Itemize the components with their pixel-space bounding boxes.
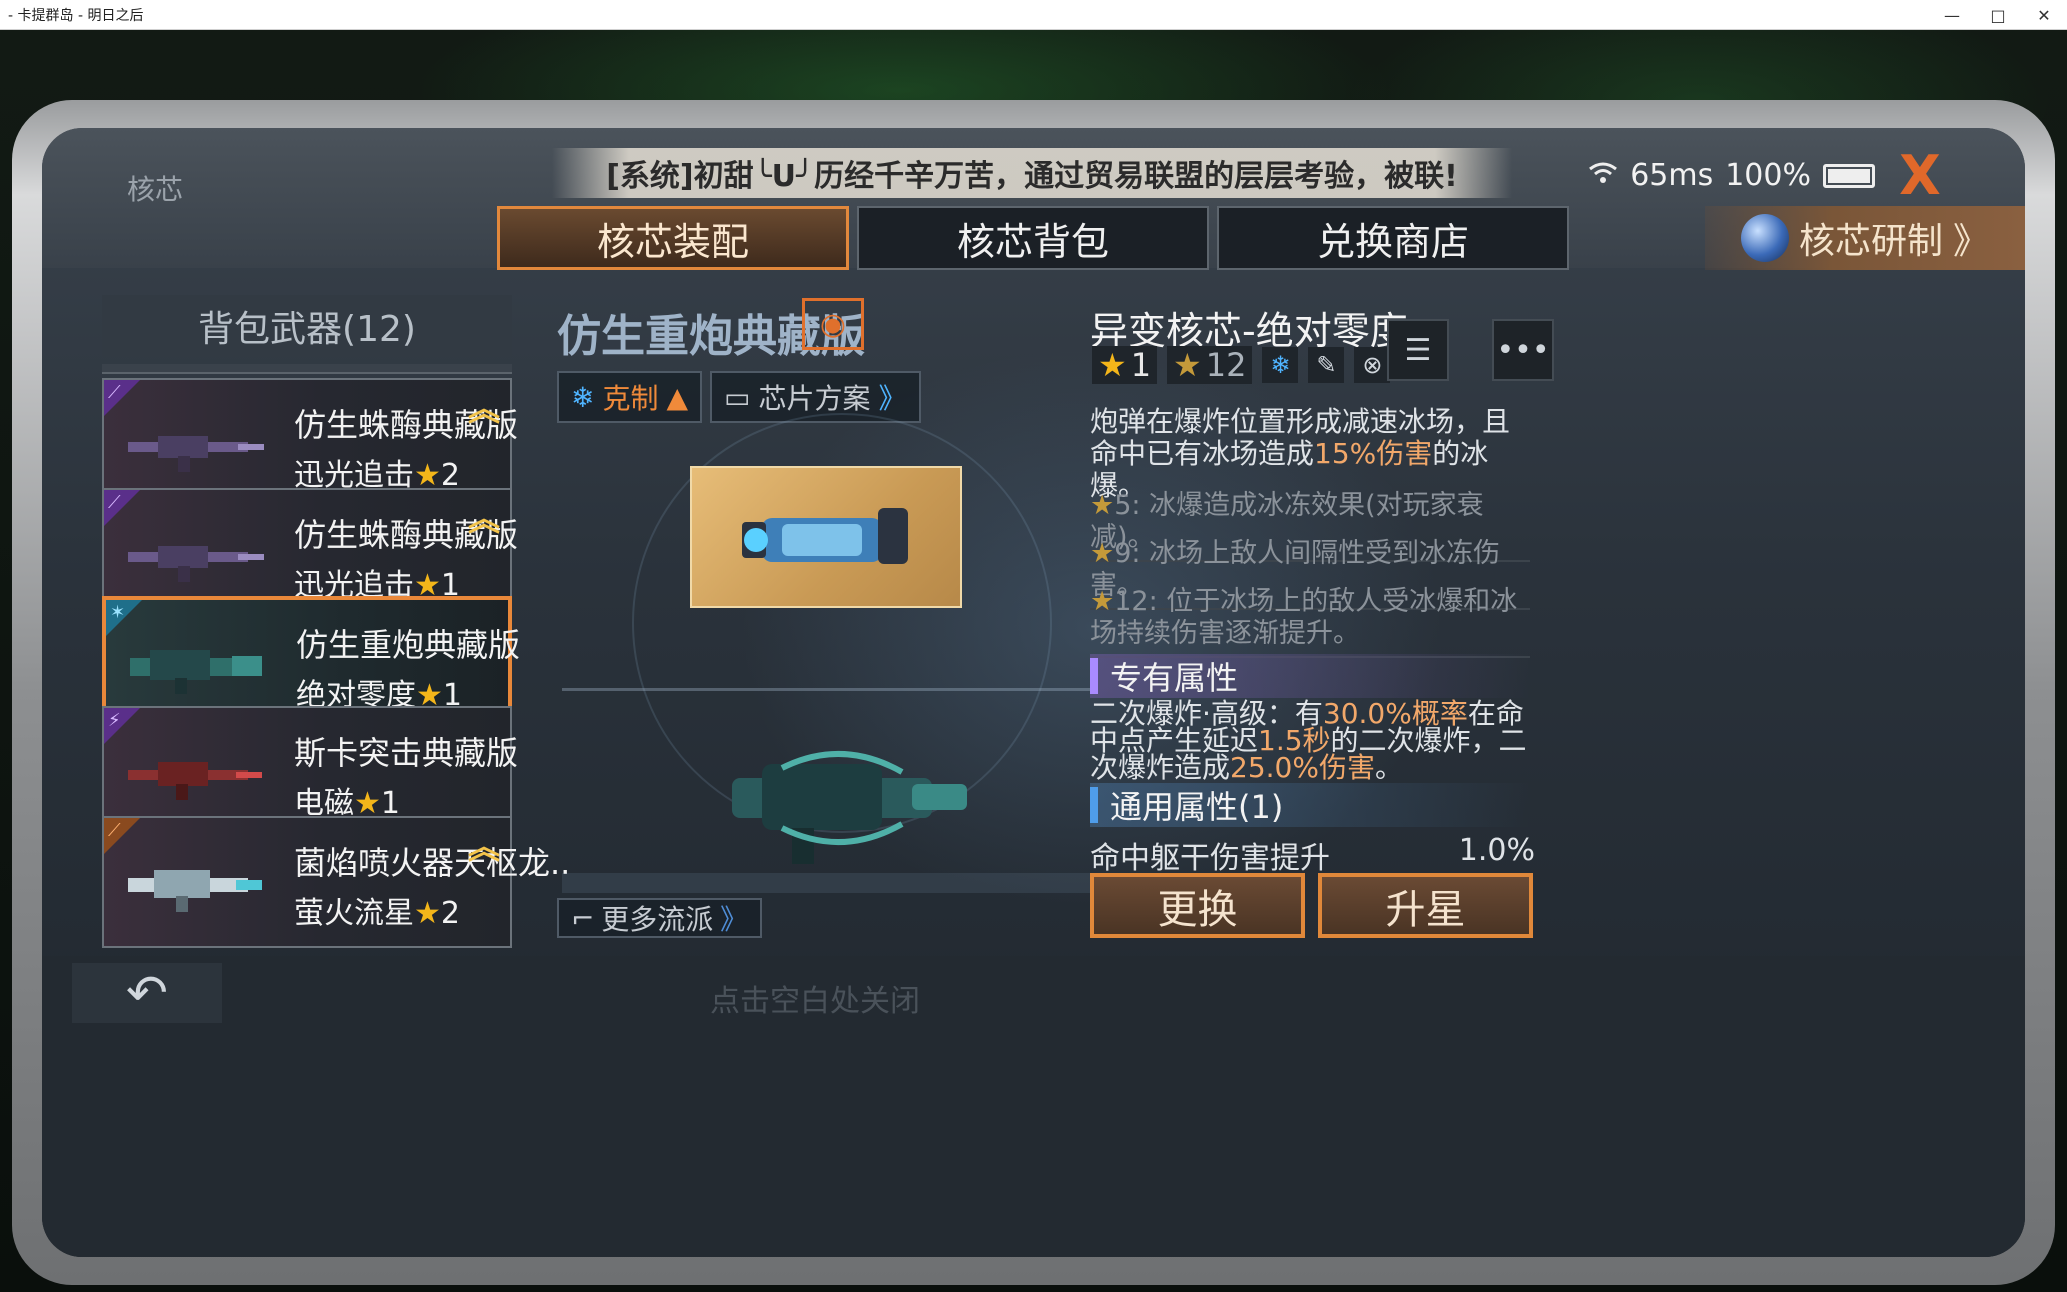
maximize-button[interactable]: □	[1975, 0, 2021, 30]
weapon-name: 菌焰喷火器天枢龙..	[294, 844, 571, 882]
weapon-thumbnail	[128, 762, 262, 800]
status-bar: 65ms 100%	[1588, 158, 1875, 193]
list-divider	[102, 364, 512, 374]
core-description: 炮弹在爆炸位置形成减速冰场，且命中已有冰场造成15%伤害的冰爆。	[1090, 405, 1511, 502]
splash-icon: ✶	[110, 602, 126, 623]
game-background: 核芯 [系统]初甜╰U╯历经千辛万苦，通过贸易联盟的层层考验，被联! 65ms …	[0, 30, 2067, 1292]
core-item-image	[690, 466, 962, 608]
upgrade-star-button[interactable]: 升星	[1318, 873, 1533, 938]
close-panel-button[interactable]: X	[1890, 146, 1950, 206]
syringe-icon: ✎	[1308, 347, 1345, 383]
battery-value: 100%	[1725, 158, 1811, 193]
weapon-thumbnail	[128, 870, 262, 912]
core-orb-icon	[1740, 214, 1789, 262]
star-icon: ★	[1090, 586, 1115, 617]
more-builds-label: 更多流派	[601, 903, 714, 936]
more-builds-button[interactable]: ⌐ 更多流派 》	[557, 898, 762, 938]
replace-button[interactable]: 更换	[1090, 873, 1305, 938]
tab-core-assembly[interactable]: 核芯装配	[497, 206, 849, 270]
tab-core-backpack[interactable]: 核芯背包	[857, 206, 1209, 270]
counter-label: 克制	[602, 382, 659, 415]
exclusive-attribute-text: 二次爆炸·高级：有30.0%概率在命中点产生延迟1.5秒的二次爆炸，二次爆炸造成…	[1090, 697, 1527, 784]
core-research-button[interactable]: 核芯研制 》	[1705, 206, 2025, 270]
tab-exchange-shop[interactable]: 兑换商店	[1217, 206, 1569, 270]
hud-line	[562, 688, 1097, 691]
snowflake-icon: ❄	[1262, 347, 1299, 383]
battery-icon	[1823, 163, 1875, 188]
upgrade-chevron-icon: ︽	[467, 828, 500, 866]
star-icon: ★	[1173, 346, 1202, 384]
claw-icon: ⟋	[108, 382, 121, 403]
window-titlebar: - 卡提群岛 - 明日之后 — □ ✕	[0, 0, 2067, 30]
target-icon: ⊗	[1354, 347, 1391, 383]
star-icon: ★	[1090, 490, 1115, 521]
system-marquee: [系统]初甜╰U╯历经千辛万苦，通过贸易联盟的层层考验，被联!	[552, 148, 1512, 198]
weapon-model-image	[732, 751, 967, 864]
fire-icon: ▲	[666, 380, 689, 414]
more-options-icon[interactable]: •••	[1492, 319, 1554, 381]
ping-value: 65ms	[1630, 158, 1714, 193]
weapon-list-header: 背包武器(12)	[102, 295, 512, 357]
general-attribute-value: 1.0%	[1458, 833, 1535, 868]
window-controls: — □ ✕	[1929, 0, 2067, 30]
counter-tag[interactable]: ❄ 克制 ▲	[557, 371, 703, 423]
upgrade-chevron-icon: ︽	[467, 390, 500, 428]
chevron-right-icon: 》	[878, 382, 907, 415]
star-icon: ★	[1090, 538, 1115, 569]
weapon-core: 萤火流星★2	[294, 896, 460, 931]
section-title: 核芯	[127, 173, 184, 206]
chip-plan-label: 芯片方案	[758, 382, 871, 415]
chevron-right-icon: 》	[719, 903, 748, 936]
star-icon: ★	[1098, 346, 1127, 384]
eye-icon[interactable]: ◉	[802, 298, 864, 350]
weapon-thumbnail	[128, 546, 264, 582]
document-search-icon[interactable]: ☰	[1387, 319, 1449, 381]
claw-icon: ⟋	[108, 492, 121, 513]
weapon-card[interactable]: ⟋ 菌焰喷火器天枢龙.. 萤火流星★2 ︽	[102, 816, 570, 948]
star-level-badge: ★ 1	[1092, 346, 1158, 384]
section-marker	[1090, 658, 1098, 694]
weapon-thumbnail	[130, 650, 262, 694]
chevron-right-icon: 》	[1953, 221, 1990, 262]
bottom-bar	[42, 956, 2025, 1257]
general-attribute-row: 命中躯干伤害提升 1.0%	[1090, 833, 1535, 877]
chip-icon: ▭	[724, 380, 751, 414]
gun-mini-icon: ⌐	[571, 901, 595, 935]
snowflake-icon: ❄	[571, 380, 595, 414]
upgrade-chevron-icon: ︽	[467, 500, 500, 538]
game-screen: 核芯 [系统]初甜╰U╯历经千辛万苦，通过贸易联盟的层层考验，被联! 65ms …	[42, 128, 2025, 1257]
hud-bar	[562, 873, 1097, 893]
lightning-icon: ⚡	[108, 710, 121, 731]
core-research-label: 核芯研制	[1798, 221, 1943, 262]
tab-bar: 核芯装配 核芯背包 兑换商店	[497, 206, 1569, 270]
general-attributes-header: 通用属性(1)	[1090, 783, 1530, 827]
weapon-name: 斯卡突击典藏版	[294, 734, 519, 772]
wifi-icon	[1588, 158, 1618, 193]
flame-icon: ⟋	[108, 820, 121, 841]
weapon-thumbnail	[128, 436, 264, 472]
close-window-button[interactable]: ✕	[2021, 0, 2067, 30]
section-marker	[1090, 787, 1098, 823]
star-tier-12: ★12: 位于冰场上的敌人受冰爆和冰场持续伤害逐渐提升。	[1090, 586, 1530, 658]
weapon-name: 仿生重炮典藏版	[296, 626, 521, 664]
window-title: - 卡提群岛 - 明日之后	[8, 7, 144, 24]
star-max-badge: ★ 12	[1167, 346, 1253, 384]
back-arrow-icon[interactable]: ↶	[72, 963, 222, 1023]
minimize-button[interactable]: —	[1929, 0, 1975, 30]
general-attribute-label: 命中躯干伤害提升	[1090, 841, 1330, 876]
tap-to-close-hint[interactable]: 点击空白处关闭	[710, 976, 920, 1020]
star-icon: ★	[414, 896, 441, 931]
exclusive-attributes-header: 专有属性	[1090, 654, 1530, 698]
core-star-row: ★ 1 ★ 12 ❄ ✎ ⊗	[1092, 346, 1391, 384]
phone-frame: 核芯 [系统]初甜╰U╯历经千辛万苦，通过贸易联盟的层层考验，被联! 65ms …	[12, 100, 2055, 1285]
